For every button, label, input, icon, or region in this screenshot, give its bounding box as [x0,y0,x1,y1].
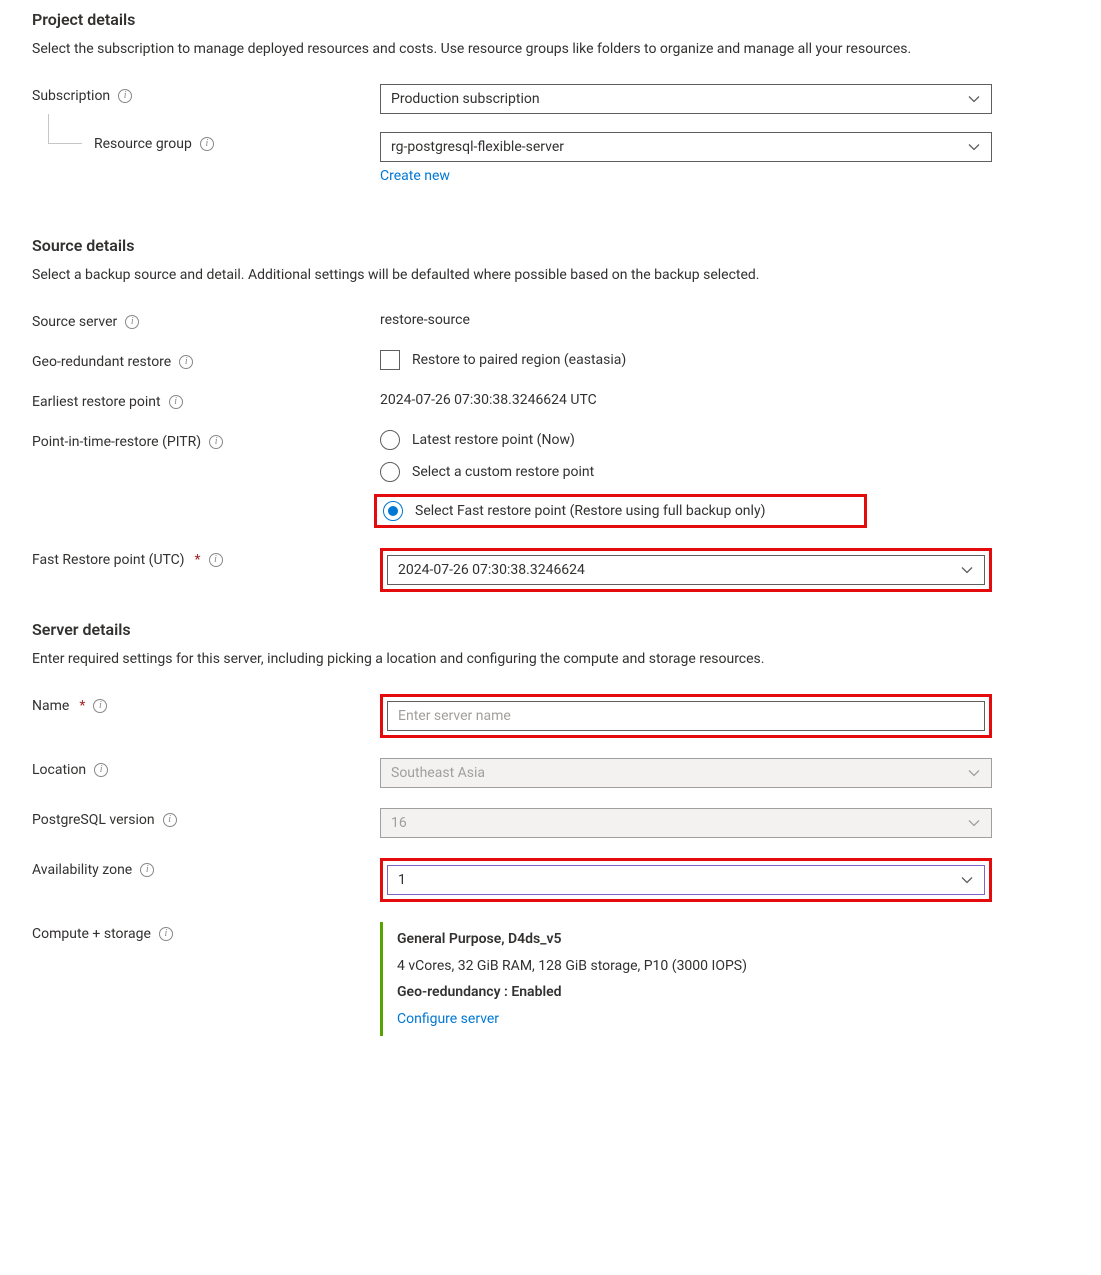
configure-server-link[interactable]: Configure server [397,1011,499,1027]
az-value: 1 [398,872,406,888]
compute-spec: 4 vCores, 32 GiB RAM, 128 GiB storage, P… [397,953,992,980]
info-icon[interactable]: i [209,553,223,567]
info-icon[interactable]: i [159,927,173,941]
az-label: Availability zone [32,862,132,878]
server-details-section: Server details Enter required settings f… [32,620,1069,1036]
fast-restore-label: Fast Restore point (UTC) [32,552,185,568]
radio-icon [380,430,400,450]
server-name-input[interactable] [387,701,985,731]
source-details-section: Source details Select a backup source an… [32,236,1069,592]
radio-icon [380,462,400,482]
pitr-option-label: Select Fast restore point (Restore using… [415,503,765,519]
az-select[interactable]: 1 [387,865,985,895]
version-select: 16 [380,808,992,838]
create-new-link[interactable]: Create new [380,168,450,184]
info-icon[interactable]: i [200,137,214,151]
info-icon[interactable]: i [118,89,132,103]
info-icon[interactable]: i [209,435,223,449]
version-value: 16 [391,815,407,831]
fast-restore-value: 2024-07-26 07:30:38.3246624 [398,562,585,578]
geo-restore-checkbox-label: Restore to paired region (eastasia) [412,352,626,368]
compute-label: Compute + storage [32,926,151,942]
source-server-label: Source server [32,314,117,330]
source-desc: Select a backup source and detail. Addit… [32,265,992,286]
geo-restore-checkbox[interactable] [380,350,400,370]
project-title: Project details [32,10,1069,29]
resource-group-label: Resource group [94,136,192,152]
version-label: PostgreSQL version [32,812,155,828]
info-icon[interactable]: i [163,813,177,827]
radio-icon [383,501,403,521]
pitr-radio-group: Latest restore point (Now) Select a cust… [380,430,992,528]
chevron-down-icon [967,92,981,106]
earliest-restore-value: 2024-07-26 07:30:38.3246624 UTC [380,390,992,408]
chevron-down-icon [967,816,981,830]
required-asterisk: * [79,698,85,714]
project-desc: Select the subscription to manage deploy… [32,39,992,60]
info-icon[interactable]: i [140,863,154,877]
geo-restore-label: Geo-redundant restore [32,354,171,370]
source-server-value: restore-source [380,310,992,328]
compute-geo: Geo-redundancy : Enabled [397,979,992,1006]
fast-restore-select[interactable]: 2024-07-26 07:30:38.3246624 [387,555,985,585]
pitr-option-latest[interactable]: Latest restore point (Now) [380,430,992,450]
resource-group-select[interactable]: rg-postgresql-flexible-server [380,132,992,162]
chevron-down-icon [967,766,981,780]
pitr-option-label: Latest restore point (Now) [412,432,575,448]
info-icon[interactable]: i [93,699,107,713]
name-label: Name [32,698,69,714]
info-icon[interactable]: i [169,395,183,409]
subscription-label: Subscription [32,88,110,104]
tree-elbow-icon [48,114,82,144]
pitr-label: Point-in-time-restore (PITR) [32,434,201,450]
resource-group-value: rg-postgresql-flexible-server [391,139,564,155]
required-asterisk: * [195,552,201,568]
server-desc: Enter required settings for this server,… [32,649,992,670]
pitr-option-label: Select a custom restore point [412,464,594,480]
location-value: Southeast Asia [391,765,485,781]
subscription-select[interactable]: Production subscription [380,84,992,114]
chevron-down-icon [960,873,974,887]
server-title: Server details [32,620,1069,639]
chevron-down-icon [967,140,981,154]
earliest-restore-label: Earliest restore point [32,394,161,410]
compute-summary: General Purpose, D4ds_v5 4 vCores, 32 Gi… [380,922,992,1036]
pitr-option-fast[interactable]: Select Fast restore point (Restore using… [383,501,765,521]
source-title: Source details [32,236,1069,255]
info-icon[interactable]: i [94,763,108,777]
info-icon[interactable]: i [179,355,193,369]
location-select: Southeast Asia [380,758,992,788]
chevron-down-icon [960,563,974,577]
info-icon[interactable]: i [125,315,139,329]
subscription-value: Production subscription [391,91,540,107]
compute-tier: General Purpose, D4ds_v5 [397,926,992,953]
project-details-section: Project details Select the subscription … [32,10,1069,184]
location-label: Location [32,762,86,778]
pitr-option-custom[interactable]: Select a custom restore point [380,462,992,482]
